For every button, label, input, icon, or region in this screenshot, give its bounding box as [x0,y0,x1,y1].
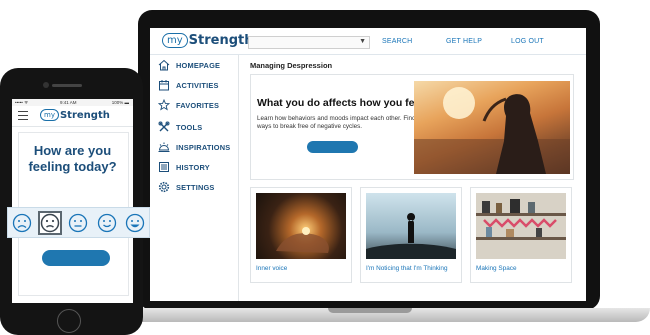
phone-camera [43,82,49,88]
sidebar: HOMEPAGE ACTIVITIES FAVORITES TOOLS INSP… [150,55,239,301]
neutral-face-icon[interactable] [68,213,88,233]
logo-word: Strength [188,33,254,48]
activity-card-making-space[interactable]: Making Space [470,187,572,283]
status-time: 9:41 AM [60,100,77,105]
phone-screen: ••••• ᯤ 9:41 AM 100% ▬ my Strength How a… [12,99,133,303]
sidebar-item-label: TOOLS [176,122,203,132]
topic-dropdown[interactable]: ▼ [248,36,370,49]
mystrength-logo[interactable]: my Strength [40,109,110,121]
sun-icon [158,142,170,152]
tools-icon [158,121,170,132]
get-help-link[interactable]: GET HELP [446,38,482,45]
sidebar-item-label: HISTORY [176,162,210,172]
page-title: Managing Despression [250,61,333,70]
gear-icon [158,181,170,193]
laptop-notch [328,308,412,313]
chevron-down-icon: ▼ [359,38,366,45]
app-header: my Strength ▼ SEARCH GET HELP LOG OUT [150,28,586,55]
phone-header: my Strength [12,106,133,127]
mystrength-logo[interactable]: my Strength [162,33,254,48]
card-title: I'm Noticing that I'm Thinking [366,265,448,272]
sidebar-item-label: SETTINGS [176,182,215,192]
card-title: Inner voice [256,265,288,272]
mood-submit-button[interactable] [42,250,110,266]
sidebar-item-activities[interactable]: ACTIVITIES [158,78,219,92]
hero-image [414,81,570,174]
sidebar-item-history[interactable]: HISTORY [158,160,210,174]
sidebar-item-tools[interactable]: TOOLS [158,120,202,134]
sidebar-item-homepage[interactable]: HOMEPAGE [158,58,220,72]
list-icon [159,162,169,172]
sad-face-icon[interactable] [38,210,63,235]
sidebar-item-label: HOMEPAGE [176,60,221,70]
mood-question: How are you feeling today? [18,143,127,175]
card-title: Making Space [476,265,517,272]
hero-start-button[interactable] [307,141,358,153]
card-image-shelf [476,193,566,259]
battery-indicator: 100% ▬ [111,100,129,105]
log-out-link[interactable]: LOG OUT [511,38,544,45]
logo-pill: my [162,33,188,48]
sidebar-item-favorites[interactable]: FAVORITES [158,98,219,112]
logo-word: Strength [59,109,110,121]
mood-question-line: feeling today? [28,159,117,174]
calendar-icon [159,80,169,91]
activity-card-inner-voice[interactable]: Inner voice [250,187,352,283]
happy-face-icon[interactable] [97,213,117,233]
status-bar: ••••• ᯤ 9:41 AM 100% ▬ [12,99,133,106]
card-image-silhouette [366,193,456,259]
star-icon [158,99,170,111]
phone-frame: ••••• ᯤ 9:41 AM 100% ▬ my Strength How a… [0,68,143,335]
sidebar-item-label: ACTIVITIES [176,80,219,90]
sidebar-item-label: INSPIRATIONS [176,142,231,152]
card-image-hands [256,193,346,259]
very-happy-face-icon[interactable] [125,213,145,233]
sidebar-item-label: FAVORITES [176,100,220,110]
home-icon [158,59,170,71]
featured-activity-card[interactable]: What you do affects how you feel Learn h… [250,74,574,180]
phone-speaker [52,84,82,87]
laptop-screen: my Strength ▼ SEARCH GET HELP LOG OUT HO… [150,28,586,301]
hero-description: Learn how behaviors and moods impact eac… [257,115,416,130]
logo-pill: my [40,109,59,121]
phone-home-button[interactable] [57,309,81,333]
sidebar-item-settings[interactable]: SETTINGS [158,180,215,194]
sidebar-item-inspirations[interactable]: INSPIRATIONS [158,140,230,154]
activity-card-noticing-thinking[interactable]: I'm Noticing that I'm Thinking [360,187,462,283]
search-link[interactable]: SEARCH [382,38,412,45]
hero-title: What you do affects how you feel [257,97,424,109]
hamburger-menu-icon[interactable] [18,111,28,122]
mood-selector [7,207,150,238]
very-sad-face-icon[interactable] [12,213,32,233]
mood-question-line: How are you [33,143,112,158]
